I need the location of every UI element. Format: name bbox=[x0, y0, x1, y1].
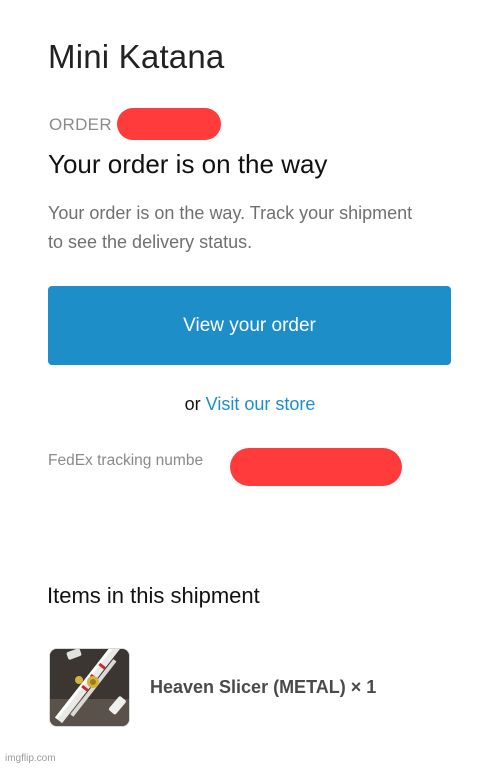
shipment-item-name[interactable]: Heaven Slicer (METAL) × 1 bbox=[150, 677, 376, 698]
imgflip-watermark: imgflip.com bbox=[5, 753, 56, 764]
tracking-number-redaction bbox=[230, 448, 402, 486]
visit-store-line: or Visit our store bbox=[0, 394, 500, 415]
order-status-description: Your order is on the way. Track your shi… bbox=[48, 203, 413, 252]
katana-product-photo bbox=[50, 649, 129, 726]
visit-store-link[interactable]: Visit our store bbox=[206, 394, 316, 414]
shipment-section-title: Items in this shipment bbox=[47, 583, 260, 608]
product-thumbnail[interactable] bbox=[49, 648, 130, 727]
order-number-redaction bbox=[117, 108, 221, 140]
store-name: Mini Katana bbox=[48, 38, 225, 75]
order-status-headline: Your order is on the way bbox=[48, 149, 328, 179]
order-number-label: ORDER bbox=[49, 115, 112, 134]
tracking-number-label: FedEx tracking numbe bbox=[48, 452, 204, 469]
or-text: or bbox=[184, 394, 201, 414]
view-order-button-label: View your order bbox=[183, 314, 316, 336]
view-order-button[interactable]: View your order bbox=[48, 286, 451, 365]
